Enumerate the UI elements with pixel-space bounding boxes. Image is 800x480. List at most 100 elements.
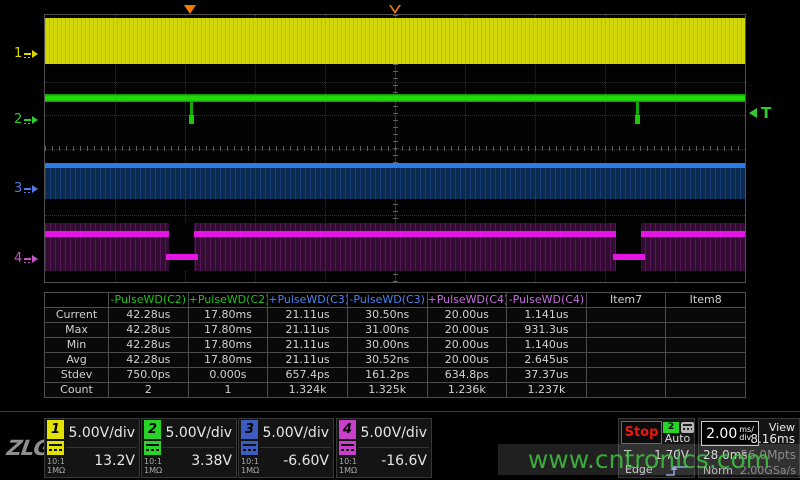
right-arrow-icon [32,116,38,124]
meas-cell: 1.140us [507,338,587,353]
trigger-position-marker[interactable] [184,5,196,14]
dc-coupling-icon [241,441,258,455]
channel-2-settings[interactable]: 2 10:1 1MΩ 5.00V/div 3.38V [141,418,237,478]
trigger-level-marker[interactable]: T [749,104,771,122]
meas-cell: 30.52ns [347,353,427,368]
ch2-pulse-spike [190,102,193,124]
center-vertical-ticks [393,15,398,282]
meas-header-cell[interactable]: +PulseWD(C4) [427,293,507,308]
measurement-header-row: -PulseWD(C2) +PulseWD(C2) +PulseWD(C3) -… [45,293,746,308]
input-impedance: 1MΩ [339,466,357,475]
probe-info: 10:1 1MΩ [241,457,259,475]
meas-cell [586,323,666,338]
meas-header-cell[interactable]: +PulseWD(C2) [188,293,268,308]
input-impedance: 1MΩ [144,466,162,475]
meas-row-label: Stdev [45,368,109,383]
meas-row-label: Current [45,308,109,323]
meas-cell: 750.0ps [109,368,189,383]
meas-cell [586,338,666,353]
right-arrow-icon [32,50,38,58]
meas-cell: 21.11us [268,323,348,338]
meas-cell: 31.00ns [347,323,427,338]
input-impedance: 1MΩ [241,466,259,475]
meas-header-cell[interactable]: -PulseWD(C2) [109,293,189,308]
channel-4-badge: 4 [339,420,356,439]
channel-3-badge: 3 [241,420,258,439]
channel-offset-value: -16.6V [381,453,427,469]
divider [66,447,137,448]
divider [358,447,429,448]
watermark: www.cntronics.com [498,444,800,475]
left-arrow-icon [749,108,757,118]
meas-row-label: Avg [45,353,109,368]
meas-cell: 1.324k [268,383,348,398]
meas-cell: 1.237k [507,383,587,398]
channel-4-settings[interactable]: 4 10:1 1MΩ 5.00V/div -16.6V [336,418,432,478]
meas-cell: 21.11us [268,353,348,368]
meas-cell: 42.28us [109,323,189,338]
dc-coupling-icon [339,441,356,455]
coupling-glyph [24,53,31,59]
meas-cell: 30.50ns [347,308,427,323]
meas-cell: 37.37us [507,368,587,383]
ch2-pulse-spike-tip [189,115,194,124]
channel-1-settings[interactable]: 1 10:1 1MΩ 5.00V/div 13.2V [44,418,140,478]
channel-2-marker-label: 2 [14,113,22,127]
channel-1-badge: 1 [47,420,64,439]
meas-cell [586,383,666,398]
meas-cell [666,368,746,383]
probe-info: 10:1 1MΩ [144,457,162,475]
volts-per-div-value: 5.00V/div [165,425,232,441]
meas-cell: 17.80ms [188,353,268,368]
volts-per-div-value: 5.00V/div [68,425,135,441]
meas-cell: 20.00us [427,353,507,368]
meas-header-cell[interactable]: -PulseWD(C4) [507,293,587,308]
channel-offset-value: -6.60V [283,453,329,469]
ch4-low-pulse [166,254,198,260]
channel-1-position-marker[interactable]: 1 [14,46,44,62]
meas-cell: 1 [188,383,268,398]
run-stop-button[interactable]: Stop [621,421,662,444]
meas-cell [666,323,746,338]
table-row: Current 42.28us 17.80ms 21.11us 30.50ns … [45,308,746,323]
channel-2-position-marker[interactable]: 2 [14,112,44,128]
channel-3-position-marker[interactable]: 3 [14,181,44,197]
meas-cell: 42.28us [109,353,189,368]
meas-header-cell[interactable]: +PulseWD(C3) [268,293,348,308]
meas-cell: 1.141us [507,308,587,323]
meas-header-cell[interactable]: Item8 [666,293,746,308]
meas-cell: 21.11us [268,308,348,323]
channel-4-position-marker[interactable]: 4 [14,251,44,267]
meas-cell [666,338,746,353]
dc-coupling-icon [47,441,64,455]
divider [260,447,331,448]
meas-cell: 17.80ms [188,323,268,338]
meas-cell: 1.236k [427,383,507,398]
meas-cell: 657.4ps [268,368,348,383]
probe-ratio: 10:1 [144,457,162,466]
input-impedance: 1MΩ [47,466,65,475]
meas-cell: 20.00us [427,323,507,338]
right-arrow-icon [32,185,38,193]
meas-cell [666,308,746,323]
meas-header-cell[interactable]: Item7 [586,293,666,308]
channel-3-settings[interactable]: 3 10:1 1MΩ 5.00V/div -6.60V [238,418,334,478]
table-row: Count 2 1 1.324k 1.325k 1.236k 1.237k [45,383,746,398]
meas-cell: 20.00us [427,338,507,353]
channel-1-marker-label: 1 [14,47,22,61]
meas-cell: 20.00us [427,308,507,323]
meas-cell: 0.000s [188,368,268,383]
probe-info: 10:1 1MΩ [339,457,357,475]
coupling-glyph [24,119,31,125]
meas-corner-cell [45,293,109,308]
delay-reference-marker[interactable] [389,5,401,14]
meas-row-label: Min [45,338,109,353]
meas-cell: 30.00ns [347,338,427,353]
channel-offset-value: 3.38V [191,453,232,469]
channel-offset-value: 13.2V [94,453,135,469]
waveform-display [44,14,746,283]
probe-ratio: 10:1 [241,457,259,466]
meas-row-label: Max [45,323,109,338]
meas-header-cell[interactable]: -PulseWD(C3) [347,293,427,308]
meas-row-label: Count [45,383,109,398]
